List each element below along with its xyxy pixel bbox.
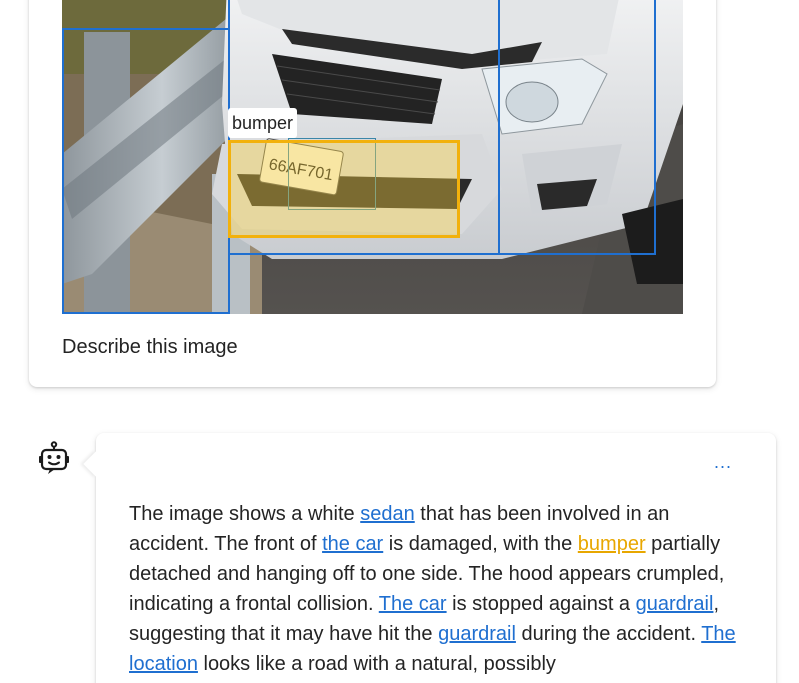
user-message-card: 66AF701 bumper Describe this image <box>29 0 716 387</box>
entity-link[interactable]: The car <box>379 593 447 615</box>
entity-link-highlighted[interactable]: bumper <box>578 533 646 555</box>
entity-link[interactable]: the car <box>322 533 383 555</box>
bot-message-card: ... The image shows a white sedan that h… <box>83 433 776 683</box>
response-text-segment: looks like a road with a natural, possib… <box>197 653 556 675</box>
entity-link[interactable]: sedan <box>360 503 415 525</box>
bot-response-text: The image shows a white sedan that has b… <box>129 499 749 679</box>
more-options-button[interactable]: ... <box>714 453 732 471</box>
detection-box-bumper[interactable] <box>228 140 460 238</box>
detection-box-guardrail[interactable] <box>62 28 230 314</box>
entity-link[interactable]: guardrail <box>636 593 714 615</box>
response-text-segment: is damaged, with the <box>383 533 578 555</box>
response-text-segment: The image shows a white <box>129 503 361 525</box>
response-text-segment: is stopped against a <box>446 593 636 615</box>
accident-photo[interactable]: 66AF701 bumper <box>62 0 683 314</box>
detection-label-bumper[interactable]: bumper <box>228 108 298 138</box>
user-prompt-text: Describe this image <box>62 336 238 358</box>
bot-icon <box>38 441 70 475</box>
entity-link[interactable]: guardrail <box>438 623 516 645</box>
response-text-segment: during the accident. <box>515 623 702 645</box>
bot-icon-graphic <box>39 441 69 474</box>
chat-view: 66AF701 bumper Describe this image ... T… <box>0 0 799 683</box>
